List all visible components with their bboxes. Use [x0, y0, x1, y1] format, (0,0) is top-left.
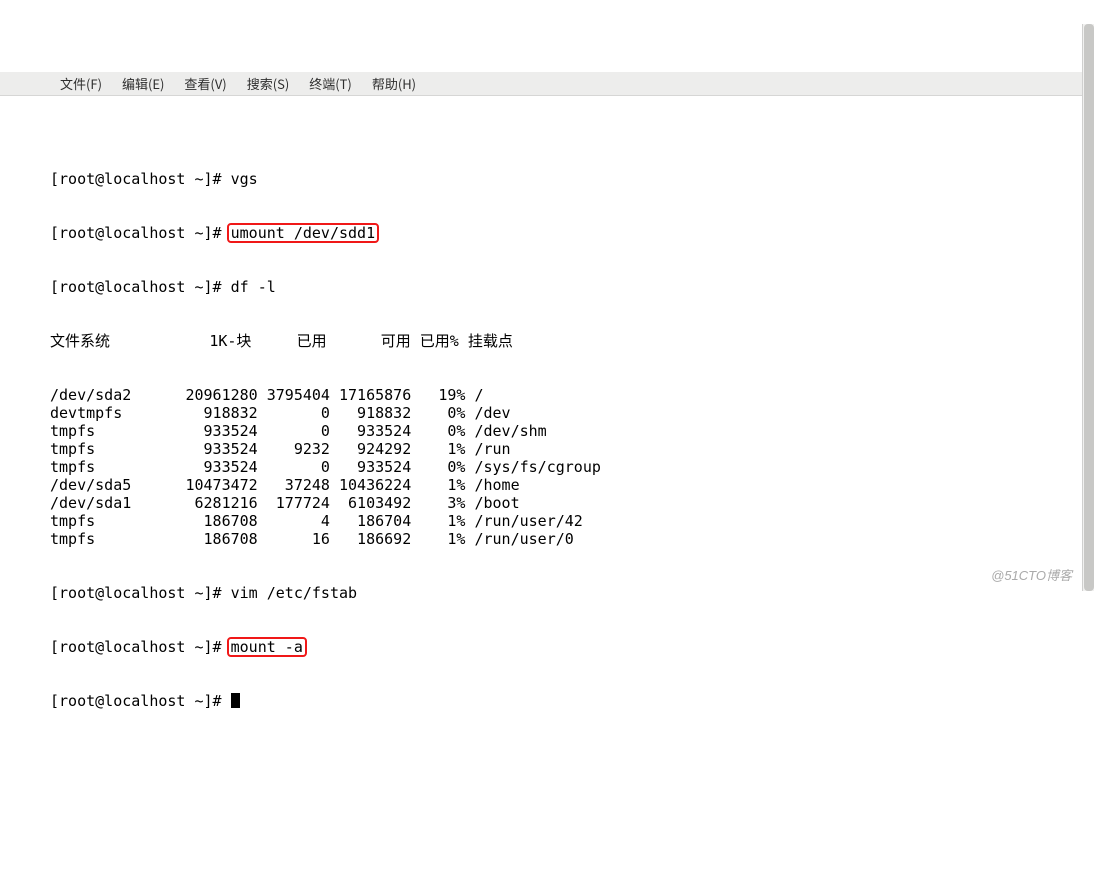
menubar: 文件(F) 编辑(E) 查看(V) 搜索(S) 终端(T) 帮助(H): [0, 72, 1094, 96]
prompt: [root@localhost ~]#: [50, 692, 231, 710]
cmd-vim: vim /etc/fstab: [231, 584, 357, 602]
menu-edit[interactable]: 编辑(E): [112, 74, 174, 92]
prompt: [root@localhost ~]#: [50, 170, 231, 188]
prompt: [root@localhost ~]#: [50, 638, 231, 656]
df-row: tmpfs 933524 9232 924292 1% /run: [50, 440, 1094, 458]
menu-search[interactable]: 搜索(S): [237, 74, 300, 92]
cmd-line: [root@localhost ~]# umount /dev/sdd1: [50, 224, 1094, 242]
df-row: /dev/sda1 6281216 177724 6103492 3% /boo…: [50, 494, 1094, 512]
prompt: [root@localhost ~]#: [50, 584, 231, 602]
cursor: [231, 693, 240, 708]
cmd-line: [root@localhost ~]# mount -a: [50, 638, 1094, 656]
menu-help[interactable]: 帮助(H): [362, 74, 426, 92]
scrollbar-thumb[interactable]: [1084, 24, 1094, 591]
df-row: /dev/sda5 10473472 37248 10436224 1% /ho…: [50, 476, 1094, 494]
df-row: tmpfs 933524 0 933524 0% /dev/shm: [50, 422, 1094, 440]
df-row: tmpfs 186708 4 186704 1% /run/user/42: [50, 512, 1094, 530]
watermark: @51CTO博客: [991, 567, 1072, 585]
cmd-line: [root@localhost ~]# vim /etc/fstab: [50, 584, 1094, 602]
cmd-line: [root@localhost ~]# vgs: [50, 170, 1094, 188]
df-row: devtmpfs 918832 0 918832 0% /dev: [50, 404, 1094, 422]
highlight-mount: mount -a: [228, 638, 306, 656]
menu-terminal[interactable]: 终端(T): [299, 74, 362, 92]
df-row: tmpfs 186708 16 186692 1% /run/user/0: [50, 530, 1094, 548]
cmd-df: df -l: [231, 278, 276, 296]
prompt: [root@localhost ~]#: [50, 278, 231, 296]
scrollbar-vertical[interactable]: [1082, 24, 1094, 591]
menu-file[interactable]: 文件(F): [50, 74, 112, 92]
terminal-viewport[interactable]: [root@localhost ~]# vgs [root@localhost …: [0, 132, 1094, 728]
cmd-vgs: vgs: [231, 170, 258, 188]
menu-view[interactable]: 查看(V): [174, 74, 236, 92]
cmd-line-current[interactable]: [root@localhost ~]#: [50, 692, 1094, 710]
highlight-umount: umount /dev/sdd1: [228, 224, 379, 242]
cmd-line: [root@localhost ~]# df -l: [50, 278, 1094, 296]
df-row: /dev/sda2 20961280 3795404 17165876 19% …: [50, 386, 1094, 404]
prompt: [root@localhost ~]#: [50, 224, 231, 242]
df-header: 文件系统 1K-块 已用 可用 已用% 挂载点: [50, 332, 1094, 350]
df-row: tmpfs 933524 0 933524 0% /sys/fs/cgroup: [50, 458, 1094, 476]
